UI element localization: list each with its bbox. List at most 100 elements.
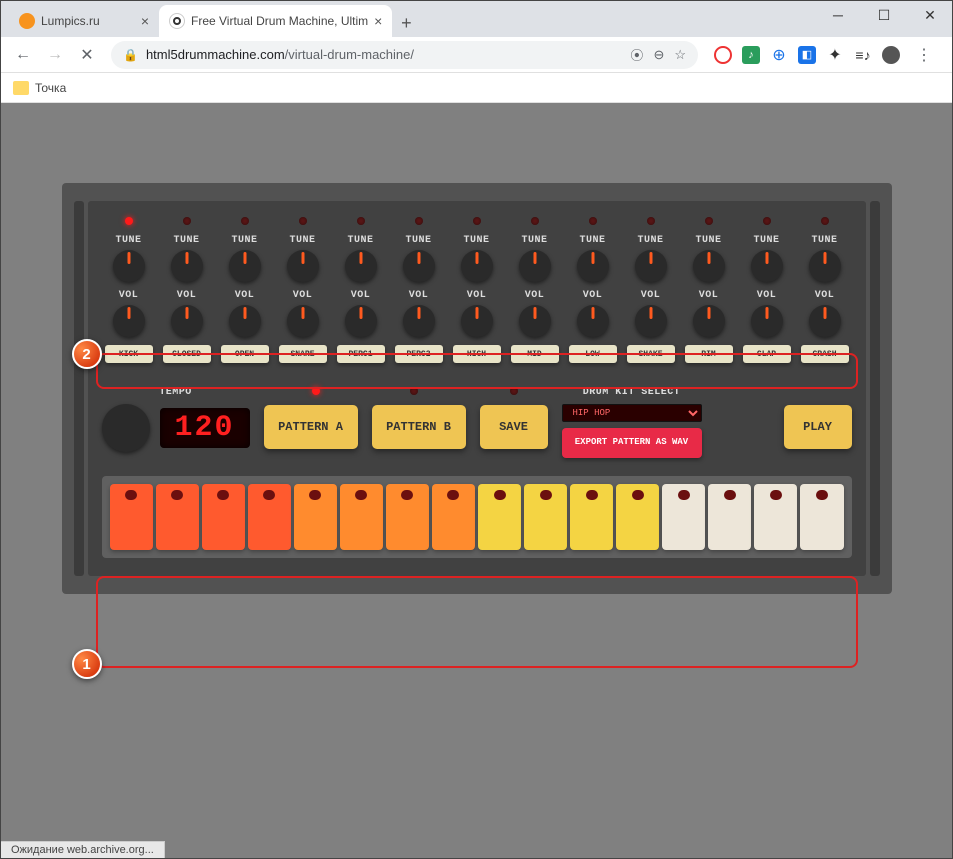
- vol-knob[interactable]: [461, 305, 493, 337]
- drum-select-button[interactable]: SNARE: [279, 345, 327, 363]
- vol-label: VOL: [641, 290, 661, 301]
- extensions-icon[interactable]: ✦: [826, 46, 844, 64]
- step-2[interactable]: [156, 484, 199, 550]
- ext-box-icon[interactable]: ◧: [798, 46, 816, 64]
- step-13[interactable]: [662, 484, 705, 550]
- annotation-badge-1: 1: [72, 649, 102, 679]
- step-3[interactable]: [202, 484, 245, 550]
- tune-label: TUNE: [753, 235, 779, 246]
- forward-button[interactable]: →: [41, 41, 69, 69]
- vol-knob[interactable]: [113, 305, 145, 337]
- tab-drummachine[interactable]: Free Virtual Drum Machine, Ultim ×: [159, 5, 392, 37]
- drum-select-button[interactable]: PERC1: [337, 345, 385, 363]
- kit-select[interactable]: HIP HOP: [562, 404, 702, 422]
- tune-knob[interactable]: [751, 250, 783, 282]
- play-button[interactable]: PLAY: [784, 405, 852, 449]
- tempo-display: 120: [160, 408, 250, 448]
- menu-icon[interactable]: ⋮: [910, 41, 938, 69]
- step-16[interactable]: [800, 484, 843, 550]
- favicon-icon: [19, 13, 35, 29]
- step-12[interactable]: [616, 484, 659, 550]
- close-tab-icon[interactable]: ×: [141, 13, 149, 29]
- tune-knob[interactable]: [693, 250, 725, 282]
- ext-music-icon[interactable]: ♪: [742, 46, 760, 64]
- drum-select-button[interactable]: HIGH: [453, 345, 501, 363]
- drum-select-button[interactable]: LOW: [569, 345, 617, 363]
- profile-avatar[interactable]: [882, 46, 900, 64]
- ext-globe-icon[interactable]: ⊕: [770, 46, 788, 64]
- pattern-a-button[interactable]: PATTERN A: [264, 405, 358, 449]
- step-4[interactable]: [248, 484, 291, 550]
- close-tab-icon[interactable]: ×: [374, 13, 382, 29]
- zoom-icon[interactable]: ⊖: [653, 47, 664, 63]
- tempo-label: TEMPO: [159, 387, 192, 398]
- tune-knob[interactable]: [461, 250, 493, 282]
- step-15[interactable]: [754, 484, 797, 550]
- vol-knob[interactable]: [171, 305, 203, 337]
- new-tab-button[interactable]: +: [392, 9, 420, 37]
- star-icon[interactable]: ☆: [674, 47, 686, 63]
- vol-knob[interactable]: [287, 305, 319, 337]
- step-6[interactable]: [340, 484, 383, 550]
- vol-knob[interactable]: [693, 305, 725, 337]
- translate-icon[interactable]: ⦿: [630, 45, 643, 64]
- vol-knob[interactable]: [519, 305, 551, 337]
- tune-knob[interactable]: [577, 250, 609, 282]
- vol-knob[interactable]: [229, 305, 261, 337]
- minimize-button[interactable]: ─: [815, 0, 861, 30]
- drum-select-button[interactable]: KICK: [105, 345, 153, 363]
- tune-knob[interactable]: [519, 250, 551, 282]
- channel-led: [647, 217, 655, 225]
- ext-opera-icon[interactable]: [714, 46, 732, 64]
- tune-knob[interactable]: [635, 250, 667, 282]
- drum-select-button[interactable]: OPEN: [221, 345, 269, 363]
- tune-knob[interactable]: [403, 250, 435, 282]
- close-window-button[interactable]: ✕: [907, 0, 953, 30]
- drum-select-button[interactable]: MID: [511, 345, 559, 363]
- drum-select-button[interactable]: RIM: [685, 345, 733, 363]
- channel-led: [357, 217, 365, 225]
- vol-knob[interactable]: [577, 305, 609, 337]
- address-bar[interactable]: 🔒 html5drummachine.com/virtual-drum-mach…: [111, 41, 698, 69]
- step-1[interactable]: [110, 484, 153, 550]
- vol-label: VOL: [293, 290, 313, 301]
- step-7[interactable]: [386, 484, 429, 550]
- vol-knob[interactable]: [403, 305, 435, 337]
- bookmark-folder[interactable]: Точка: [35, 81, 66, 95]
- vol-label: VOL: [235, 290, 255, 301]
- step-10[interactable]: [524, 484, 567, 550]
- tab-lumpics[interactable]: Lumpics.ru ×: [9, 5, 159, 37]
- back-button[interactable]: ←: [9, 41, 37, 69]
- playlist-icon[interactable]: ≡♪: [854, 46, 872, 64]
- vol-knob[interactable]: [751, 305, 783, 337]
- tune-knob[interactable]: [229, 250, 261, 282]
- step-5[interactable]: [294, 484, 337, 550]
- channel-clap: TUNEVOLCLAP: [740, 217, 794, 363]
- maximize-button[interactable]: ☐: [861, 0, 907, 30]
- drum-select-button[interactable]: PERC2: [395, 345, 443, 363]
- save-button[interactable]: SAVE: [480, 405, 548, 449]
- stop-button[interactable]: ✕: [73, 41, 101, 69]
- tune-knob[interactable]: [345, 250, 377, 282]
- export-wav-button[interactable]: EXPORT PATTERN AS WAV: [562, 428, 702, 458]
- step-8[interactable]: [432, 484, 475, 550]
- drum-select-button[interactable]: CRASH: [801, 345, 849, 363]
- drum-select-button[interactable]: SHAKE: [627, 345, 675, 363]
- tune-knob[interactable]: [113, 250, 145, 282]
- drum-select-button[interactable]: CLOSED: [163, 345, 211, 363]
- step-9[interactable]: [478, 484, 521, 550]
- vol-knob[interactable]: [809, 305, 841, 337]
- step-11[interactable]: [570, 484, 613, 550]
- toolbar: ← → ✕ 🔒 html5drummachine.com/virtual-dru…: [1, 37, 952, 73]
- tune-knob[interactable]: [171, 250, 203, 282]
- tune-knob[interactable]: [287, 250, 319, 282]
- channel-perc1: TUNEVOLPERC1: [334, 217, 388, 363]
- tempo-knob[interactable]: [102, 404, 150, 452]
- drum-select-button[interactable]: CLAP: [743, 345, 791, 363]
- vol-knob[interactable]: [345, 305, 377, 337]
- tune-knob[interactable]: [809, 250, 841, 282]
- vol-knob[interactable]: [635, 305, 667, 337]
- channel-kick: TUNEVOLKICK: [102, 217, 156, 363]
- step-14[interactable]: [708, 484, 751, 550]
- pattern-b-button[interactable]: PATTERN B: [372, 405, 466, 449]
